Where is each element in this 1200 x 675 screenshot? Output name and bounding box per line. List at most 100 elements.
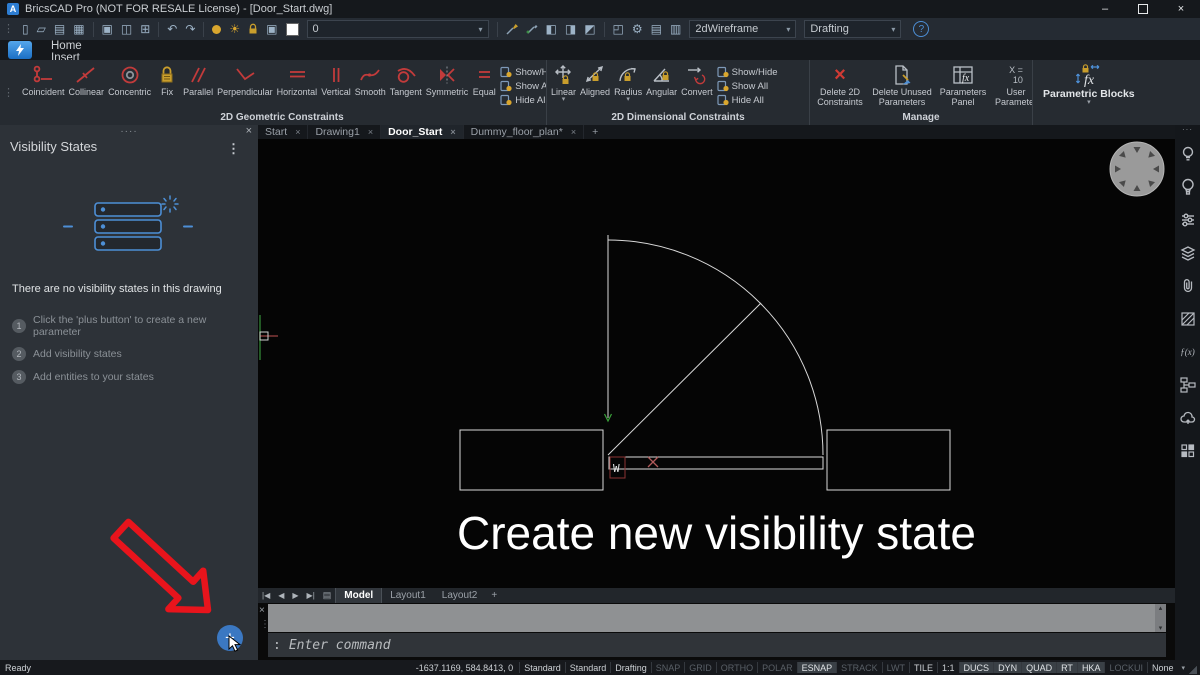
tips-icon[interactable]	[1179, 137, 1197, 170]
close-tab-icon[interactable]: ×	[571, 127, 576, 137]
print-icon[interactable]: ▣	[98, 18, 117, 40]
dimensional-toggle-button[interactable]: Show All	[717, 79, 778, 93]
document-tab[interactable]: Dummy_floor_plan*×	[464, 125, 584, 139]
parameters-panel-button[interactable]: fx Parameters Panel	[936, 62, 990, 108]
resize-grip-icon[interactable]	[1189, 666, 1197, 674]
status-toggle[interactable]: ORTHO	[716, 662, 757, 673]
command-input[interactable]: : Enter command	[268, 633, 1166, 657]
sheets-panel-icon[interactable]: ▤	[647, 18, 666, 40]
status-toggle[interactable]: 1:1	[937, 662, 959, 673]
settings-icon[interactable]: ⚙	[628, 18, 647, 40]
close-button[interactable]: ×	[1162, 0, 1200, 18]
command-close-icon[interactable]: ×	[259, 605, 265, 616]
status-toggle[interactable]: LOCKUI	[1104, 662, 1147, 673]
document-tab[interactable]: Door_Start×	[381, 125, 464, 139]
add-layout-button[interactable]: +	[485, 590, 503, 601]
delete-unused-parameters-button[interactable]: Delete Unused Parameters	[868, 62, 936, 108]
open-file-icon[interactable]: ▱	[33, 18, 50, 40]
launcher-icon[interactable]	[1179, 170, 1197, 203]
dimensional-toggle-button[interactable]: Show/Hide	[717, 65, 778, 79]
workspace-dropdown[interactable]: Drafting ▾	[804, 20, 901, 38]
status-toggle[interactable]: RT	[1056, 662, 1077, 673]
kebab-menu-icon[interactable]: ⋮	[227, 141, 240, 157]
panel-close-icon[interactable]: ×	[246, 125, 252, 137]
status-toggle[interactable]: SNAP	[651, 662, 685, 673]
layout-tab[interactable]: Layout1	[382, 588, 434, 603]
status-toggle[interactable]: DYN	[993, 662, 1021, 673]
new-file-icon[interactable]: ▯	[18, 18, 33, 40]
attachments-icon[interactable]	[1179, 269, 1197, 302]
layers-icon[interactable]	[1179, 236, 1197, 269]
hatch-icon[interactable]	[1179, 302, 1197, 335]
select-similar-icon[interactable]: ◨	[561, 18, 580, 40]
layer-dropdown[interactable]: 0 ▾	[307, 20, 489, 38]
parametric-blocks-button[interactable]: fx Parametric Blocks ▾	[1043, 64, 1135, 106]
close-tab-icon[interactable]: ×	[295, 127, 300, 137]
scroll-down-icon[interactable]: ▾	[1159, 624, 1163, 632]
status-toggle[interactable]: DUCS	[959, 662, 994, 673]
layer-freeze-icon[interactable]: ☀	[225, 18, 244, 40]
status-toggle[interactable]: HKA	[1077, 662, 1105, 673]
perpendicular-button[interactable]: Perpendicular	[215, 62, 275, 98]
layout-tab[interactable]: Layout2	[434, 588, 486, 603]
aligned-button[interactable]: Aligned	[578, 62, 612, 98]
geometric-toggle-button[interactable]: Show/Hide	[500, 65, 547, 79]
drawing-explorer-icon[interactable]: ◰	[609, 18, 628, 40]
status-toggle[interactable]: POLAR	[757, 662, 797, 673]
undo-icon[interactable]: ↶	[163, 18, 181, 40]
first-layout-icon[interactable]: |◀	[258, 591, 274, 600]
status-toggle[interactable]: QUAD	[1021, 662, 1056, 673]
color-swatch[interactable]	[286, 23, 299, 36]
save-icon[interactable]: ▤	[50, 18, 69, 40]
linear-button[interactable]: Linear ▾	[549, 62, 578, 104]
layer-lock-icon[interactable]	[247, 23, 259, 35]
last-layout-icon[interactable]: ▶|	[303, 591, 319, 600]
status-toggle[interactable]: TILE	[909, 662, 937, 673]
radius-button[interactable]: Radius ▾	[612, 62, 644, 104]
close-tab-icon[interactable]: ×	[450, 127, 455, 137]
tangent-button[interactable]: Tangent	[388, 62, 424, 98]
command-scrollbar[interactable]: ▴ ▾	[1155, 604, 1166, 632]
horizontal-button[interactable]: Horizontal	[275, 62, 320, 98]
parallel-button[interactable]: Parallel	[181, 62, 215, 98]
layer-plot-icon[interactable]: ▣	[262, 18, 281, 40]
status-toggle[interactable]: Drafting	[610, 662, 651, 673]
coincident-button[interactable]: Coincident	[20, 62, 67, 98]
status-toggle[interactable]: GRID	[684, 662, 716, 673]
user-parameter-button[interactable]: X =10 User Parameter	[990, 62, 1033, 108]
layout-list-icon[interactable]: ▤	[319, 590, 336, 601]
dimensional-toggle-button[interactable]: Hide All	[717, 93, 778, 107]
concentric-button[interactable]: Concentric	[106, 62, 153, 98]
previous-layout-icon[interactable]: ◀	[274, 591, 288, 600]
angular-button[interactable]: Angular	[644, 62, 679, 98]
components-icon[interactable]	[1179, 434, 1197, 467]
command-history[interactable]: :: _visibilitystatespanelopen	[268, 604, 1155, 632]
collinear-button[interactable]: Collinear	[67, 62, 107, 98]
drawing-viewport[interactable]: W Create new	[258, 139, 1175, 588]
status-menu-caret-icon[interactable]: ▾	[1177, 664, 1189, 672]
smooth-button[interactable]: Smooth	[353, 62, 388, 98]
scroll-up-icon[interactable]: ▴	[1159, 604, 1163, 612]
properties-icon[interactable]	[1179, 203, 1197, 236]
status-toggle[interactable]: LWT	[882, 662, 909, 673]
layout-tab[interactable]: Model	[335, 588, 382, 603]
visual-style-dropdown[interactable]: 2dWireframe ▾	[689, 20, 796, 38]
vertical-button[interactable]: Vertical	[319, 62, 353, 98]
eyedropper-icon[interactable]	[525, 22, 539, 36]
application-button[interactable]	[8, 41, 32, 59]
print-preview-icon[interactable]: ◫	[117, 18, 136, 40]
view-navigation-ball[interactable]	[1110, 142, 1164, 196]
render-panel-icon[interactable]: ▥	[666, 18, 685, 40]
fix-button[interactable]: Fix	[153, 62, 181, 98]
redo-icon[interactable]: ↷	[181, 18, 199, 40]
document-tab[interactable]: Drawing1×	[308, 125, 381, 139]
cloud-icon[interactable]	[1179, 401, 1197, 434]
parameters-icon[interactable]: ƒ(x)	[1180, 335, 1195, 368]
maximize-button[interactable]	[1124, 0, 1162, 18]
selection-modes-icon[interactable]: ◩	[580, 18, 599, 40]
convert-button[interactable]: Convert	[679, 62, 715, 98]
next-layout-icon[interactable]: ▶	[288, 591, 302, 600]
layer-on-off-icon[interactable]	[212, 25, 221, 34]
status-toggle[interactable]: STRACK	[836, 662, 882, 673]
geometric-toggle-button[interactable]: Hide All	[500, 93, 547, 107]
